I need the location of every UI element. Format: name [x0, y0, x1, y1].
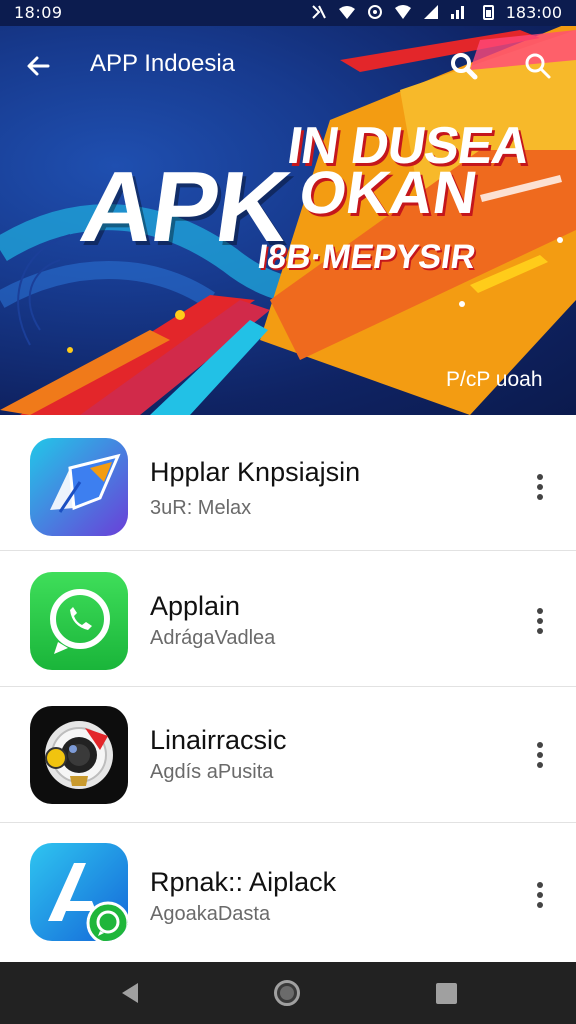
- banner-headline-sub: I8B·MEPYSIR: [255, 238, 479, 276]
- triangle-back-icon: [122, 983, 138, 1003]
- search-icon: [525, 53, 551, 79]
- app-subtitle: AdrágaVadlea: [150, 627, 276, 649]
- camera-lens-app-icon[interactable]: [30, 706, 128, 804]
- hero-banner: APK IN DUSEA OKAN I8B·MEPYSIR P/cP uoah …: [0, 0, 576, 415]
- nav-recent-apps-button[interactable]: [436, 983, 457, 1004]
- page-title: APP Indoesia: [90, 50, 235, 77]
- more-options-button[interactable]: [526, 467, 554, 507]
- more-options-button[interactable]: [526, 735, 554, 775]
- battery-icon: [483, 5, 494, 20]
- list-item[interactable]: Applain AdrágaVadlea: [0, 551, 576, 687]
- status-time: 18:09: [14, 3, 63, 22]
- green-chat-app-icon[interactable]: [30, 572, 128, 670]
- arrow-left-icon: [27, 56, 50, 76]
- app-name: Hpplar Knpsiajsin: [150, 457, 361, 487]
- system-nav-bar: [0, 962, 576, 1024]
- blue-gradient-app-icon[interactable]: [30, 438, 128, 536]
- more-options-button[interactable]: [526, 601, 554, 641]
- app-subtitle: Agdís aPusita: [150, 761, 274, 783]
- more-options-button[interactable]: [526, 875, 554, 915]
- cell-signal-icon: [451, 6, 464, 19]
- banner-headline-mid: OKAN: [295, 159, 482, 226]
- nav-back-button[interactable]: [118, 981, 142, 1005]
- search-button-1[interactable]: [444, 46, 484, 86]
- blue-a-app-icon[interactable]: [30, 843, 128, 941]
- search-icon: [451, 53, 478, 80]
- divider: [0, 822, 576, 823]
- back-button[interactable]: [18, 46, 58, 86]
- list-item[interactable]: Rpnak:: Aiplack AgoakaDasta: [0, 825, 576, 961]
- wifi-icon: [339, 6, 355, 19]
- nfc-icon: [312, 5, 326, 19]
- status-icons: [310, 4, 468, 20]
- app-name: Rpnak:: Aiplack: [150, 867, 337, 897]
- search-button-2[interactable]: [518, 46, 558, 86]
- list-item[interactable]: Hpplar Knpsiajsin 3uR: Melax: [0, 415, 576, 551]
- nav-home-button[interactable]: [274, 980, 300, 1006]
- app-name: Applain: [150, 591, 241, 621]
- status-bar: 18:09 183:00: [0, 0, 576, 26]
- status-clock: 183:00: [505, 3, 562, 22]
- app-subtitle: 3uR: Melax: [150, 497, 252, 519]
- wifi-strength-icon: [395, 5, 411, 19]
- app-subtitle: AgoakaDasta: [150, 903, 271, 925]
- settings-icon: [368, 5, 382, 19]
- signal-icon: [424, 5, 438, 19]
- banner-caption: P/cP uoah: [446, 368, 543, 391]
- list-item[interactable]: Linairracsic Agdís aPusita: [0, 687, 576, 823]
- app-name: Linairracsic: [150, 725, 287, 755]
